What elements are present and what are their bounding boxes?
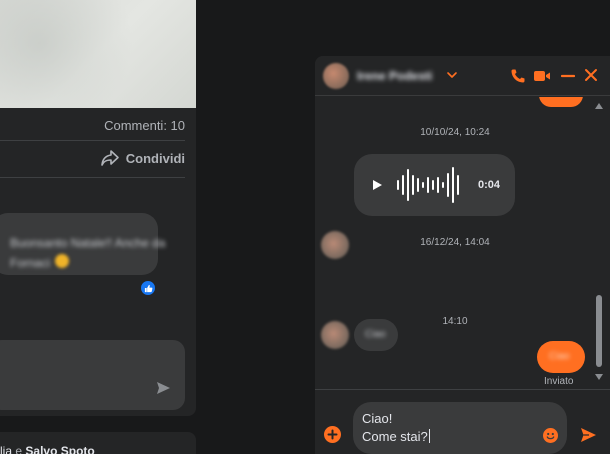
message-input[interactable]: Ciao! Come stai?: [353, 402, 567, 454]
feed-post: Commenti: 10 Condividi Buonsanto Natale!…: [0, 0, 196, 416]
thumbs-up-icon[interactable]: [140, 280, 156, 296]
sent-status: Inviato: [544, 376, 574, 387]
input-text-line: Come stai?: [362, 429, 430, 444]
send-icon[interactable]: [156, 381, 171, 395]
message-text: Ciao: [549, 351, 570, 362]
timestamp: 14:10: [442, 316, 468, 327]
scrollbar[interactable]: [593, 97, 605, 387]
minimize-icon[interactable]: [561, 68, 575, 84]
play-icon[interactable]: [371, 179, 383, 191]
reactors-text[interactable]: lia e Salvo Spoto: [0, 444, 95, 454]
share-label: Condividi: [125, 150, 185, 166]
voice-duration: 0:04: [478, 179, 501, 191]
scroll-up-icon[interactable]: [595, 103, 603, 109]
waveform[interactable]: [396, 164, 460, 206]
avatar[interactable]: [323, 63, 349, 89]
video-icon[interactable]: [533, 68, 551, 84]
message-list[interactable]: 10/10/24, 10:24 0:04 16/12/24, 14:04 Cia…: [315, 97, 610, 389]
divider: [0, 140, 185, 141]
share-arrow-icon: [100, 150, 119, 166]
share-button[interactable]: Condividi: [100, 149, 185, 167]
comment-text: Buonsanto Natale!! Anche da: [10, 236, 166, 250]
sent-bubble[interactable]: [539, 97, 583, 107]
comments-count[interactable]: Commenti: 10: [104, 118, 185, 133]
timestamp: 16/12/24, 14:04: [420, 237, 490, 248]
comment-input[interactable]: [0, 340, 185, 410]
contact-name[interactable]: Irene Podesti: [357, 69, 432, 83]
comment-text: Fornaci: [10, 256, 51, 270]
input-text-line: Ciao!: [362, 411, 393, 426]
send-icon[interactable]: [580, 427, 597, 443]
divider: [0, 177, 185, 178]
post-image[interactable]: [0, 0, 196, 108]
screen: Commenti: 10 Condividi Buonsanto Natale!…: [0, 0, 610, 454]
text-caret: [428, 429, 430, 443]
close-icon[interactable]: [584, 68, 598, 82]
composer: Ciao! Come stai?: [315, 389, 610, 454]
phone-icon[interactable]: [510, 68, 526, 84]
sent-bubble[interactable]: Ciao: [537, 341, 585, 373]
timestamp: 10/10/24, 10:24: [420, 127, 490, 138]
chat-window: Irene Podesti 10/10/24, 10:24 0:04 16/12…: [315, 56, 610, 454]
emoji-icon[interactable]: [543, 428, 558, 443]
chat-header: Irene Podesti: [315, 56, 610, 96]
scroll-down-icon[interactable]: [595, 374, 603, 380]
scroll-thumb[interactable]: [596, 295, 602, 367]
emoji: [55, 254, 69, 268]
plus-circle-icon[interactable]: [324, 426, 341, 443]
message-text: Ciao: [365, 329, 386, 340]
chevron-down-icon[interactable]: [446, 70, 458, 80]
